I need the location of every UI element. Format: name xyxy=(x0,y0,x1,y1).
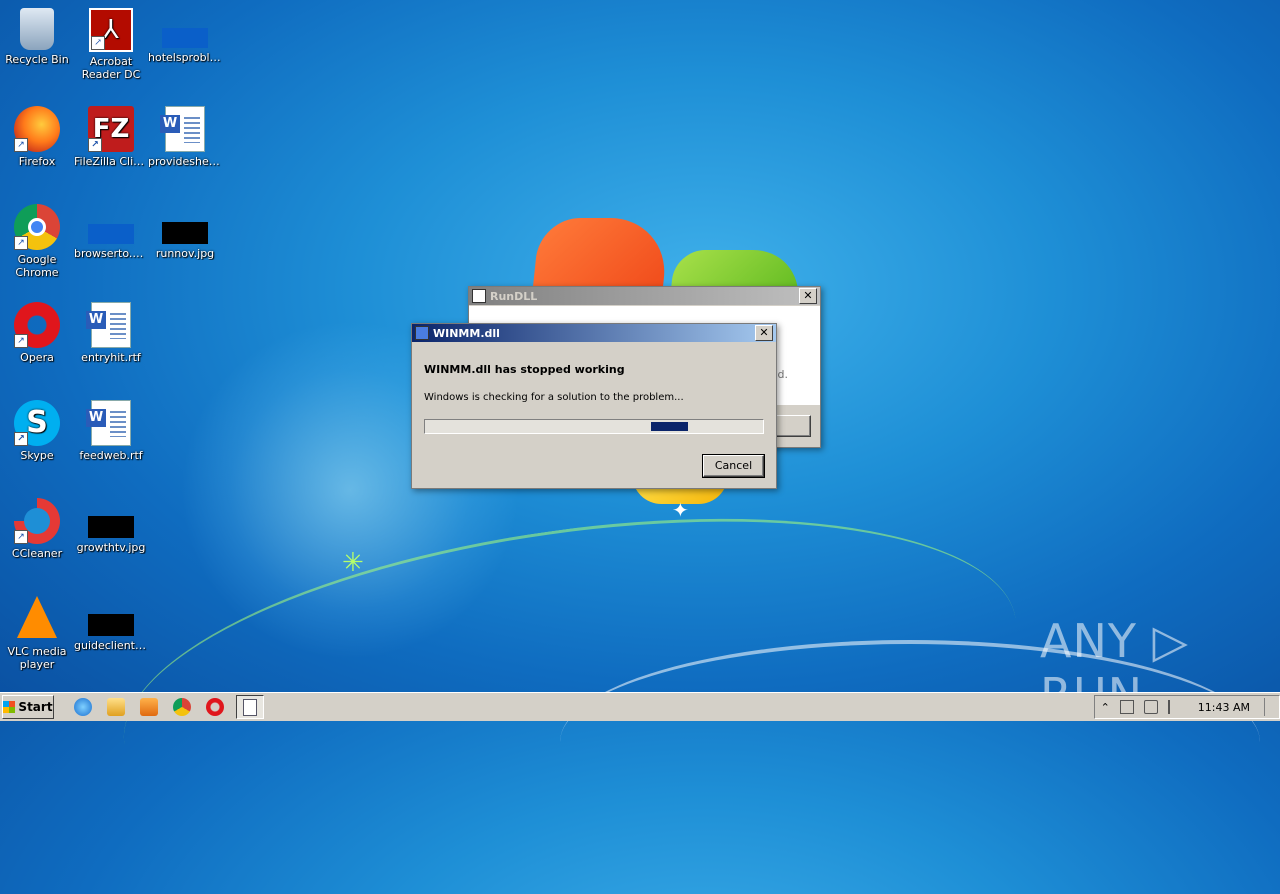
word-glyph: W xyxy=(160,115,180,133)
desktop-icon-label: Skype xyxy=(20,449,54,462)
shortcut-arrow-icon: ↗ xyxy=(14,138,28,152)
progress-bar xyxy=(424,419,764,434)
desktop-icon-label: Opera xyxy=(20,351,54,364)
desktop-icon-provideshel[interactable]: W provideshel... xyxy=(148,106,222,168)
taskbar: Start ⌃ 11:43 AM xyxy=(0,692,1280,721)
chrome-icon[interactable] xyxy=(173,698,191,716)
internet-explorer-icon[interactable] xyxy=(74,698,92,716)
desktop-icon-guideclient[interactable]: guideclient.jpg xyxy=(74,596,148,652)
network-icon[interactable] xyxy=(1119,700,1134,714)
rundll-message: d. xyxy=(777,368,788,381)
error-dialog-titlebar[interactable]: WINMM.dll ✕ xyxy=(412,324,776,342)
shortcut-arrow-icon: ↗ xyxy=(14,432,28,446)
sparkle-icon: ✳ xyxy=(342,548,364,578)
opera-icon: ↗ xyxy=(14,302,60,348)
desktop-icon-entryhit[interactable]: W entryhit.rtf xyxy=(74,302,148,364)
desktop-icon-label: browserto.png xyxy=(74,247,148,260)
desktop-icon-label: CCleaner xyxy=(11,547,63,560)
desktop-icon-firefox[interactable]: ↗ Firefox xyxy=(0,106,74,168)
error-dialog[interactable]: WINMM.dll ✕ WINMM.dll has stopped workin… xyxy=(411,323,777,489)
acrobat-icon: ⅄ ↗ xyxy=(89,8,133,52)
desktop-icon-label: runnov.jpg xyxy=(155,247,215,260)
file-explorer-icon[interactable] xyxy=(107,698,125,716)
progress-bar-fill xyxy=(651,422,688,431)
desktop-icon-label: feedweb.rtf xyxy=(79,449,143,462)
vlc-icon xyxy=(17,596,57,638)
show-desktop-button[interactable] xyxy=(1264,698,1273,716)
rundll-titlebar[interactable]: RunDLL ✕ xyxy=(469,287,820,305)
ccleaner-icon: ↗ xyxy=(14,498,60,544)
desktop-icon-label: VLC media player xyxy=(7,645,67,671)
show-hidden-icons-icon[interactable]: ⌃ xyxy=(1101,701,1110,714)
skype-icon: S ↗ xyxy=(14,400,60,446)
error-message: Windows is checking for a solution to th… xyxy=(424,392,684,403)
sparkle-icon: ✦ xyxy=(672,498,689,522)
desktop-icon-chrome[interactable]: ↗ Google Chrome xyxy=(0,204,74,279)
shortcut-arrow-icon: ↗ xyxy=(88,138,102,152)
close-icon[interactable]: ✕ xyxy=(799,288,817,304)
app-icon xyxy=(415,326,429,340)
desktop-icon-label: hotelsproblem... xyxy=(148,51,222,64)
desktop-icon-recycle-bin[interactable]: Recycle Bin xyxy=(0,8,74,66)
opera-icon[interactable] xyxy=(206,698,224,716)
error-dialog-title: WINMM.dll xyxy=(433,326,500,340)
system-tray: ⌃ 11:43 AM xyxy=(1093,695,1280,719)
word-glyph: W xyxy=(86,311,106,329)
word-glyph: W xyxy=(86,409,106,427)
word-document-icon: W xyxy=(86,400,131,446)
image-file-icon xyxy=(88,614,134,636)
image-file-icon xyxy=(88,224,134,244)
word-document-icon: W xyxy=(86,302,131,348)
filezilla-icon: FZ ↗ xyxy=(88,106,134,152)
desktop-icon-label: entryhit.rtf xyxy=(81,351,141,364)
volume-icon[interactable] xyxy=(1143,700,1158,714)
desktop-icon-acrobat[interactable]: ⅄ ↗ Acrobat Reader DC xyxy=(74,8,148,81)
shortcut-arrow-icon: ↗ xyxy=(14,530,28,544)
acrobat-glyph: ⅄ xyxy=(103,15,119,45)
clock[interactable]: 11:43 AM xyxy=(1198,701,1250,714)
close-icon[interactable]: ✕ xyxy=(755,325,773,341)
desktop-icon-label: Firefox xyxy=(18,155,56,168)
desktop-icon-runnov[interactable]: runnov.jpg xyxy=(148,204,222,260)
desktop-icon-label: growthtv.jpg xyxy=(76,541,146,554)
desktop-icon-opera[interactable]: ↗ Opera xyxy=(0,302,74,364)
desktop-icon-browserto[interactable]: browserto.png xyxy=(74,204,148,260)
recycle-bin-icon xyxy=(20,8,54,50)
desktop-icon-label: provideshel... xyxy=(148,155,222,168)
image-file-icon xyxy=(88,516,134,538)
error-heading: WINMM.dll has stopped working xyxy=(424,363,625,376)
taskbar-item-rundll[interactable] xyxy=(236,695,264,719)
firefox-icon: ↗ xyxy=(14,106,60,152)
windows-logo-icon xyxy=(3,701,16,713)
chrome-icon: ↗ xyxy=(14,204,60,250)
media-player-icon[interactable] xyxy=(140,698,158,716)
desktop-icon-feedweb[interactable]: W feedweb.rtf xyxy=(74,400,148,462)
desktop-icon-skype[interactable]: S ↗ Skype xyxy=(0,400,74,462)
shortcut-arrow-icon: ↗ xyxy=(14,334,28,348)
shortcut-arrow-icon: ↗ xyxy=(14,236,28,250)
shortcut-arrow-icon: ↗ xyxy=(91,36,105,50)
rundll-title: RunDLL xyxy=(490,289,538,303)
desktop-icon-label: Recycle Bin xyxy=(5,53,69,66)
desktop-icon-label: Google Chrome xyxy=(15,253,59,279)
window-icon xyxy=(243,698,257,716)
desktop-icon-growthtv[interactable]: growthtv.jpg xyxy=(74,498,148,554)
start-label: Start xyxy=(18,700,53,714)
desktop-icon-ccleaner[interactable]: ↗ CCleaner xyxy=(0,498,74,560)
desktop-icon-filezilla[interactable]: FZ ↗ FileZilla Client xyxy=(74,106,148,168)
desktop-icon-label: Acrobat Reader DC xyxy=(81,55,141,81)
desktop-icon-vlc[interactable]: VLC media player xyxy=(0,596,74,671)
image-file-icon xyxy=(162,222,208,244)
desktop-icon-label: FileZilla Client xyxy=(74,155,148,168)
desktop-icon-hotelsproblem[interactable]: hotelsproblem... xyxy=(148,8,222,64)
window-icon xyxy=(472,289,486,303)
image-file-icon xyxy=(162,28,208,48)
word-document-icon: W xyxy=(160,106,205,152)
cancel-button[interactable]: Cancel xyxy=(702,454,765,478)
start-button[interactable]: Start xyxy=(2,695,54,719)
action-center-flag-icon[interactable] xyxy=(1167,700,1182,714)
desktop-icon-label: guideclient.jpg xyxy=(74,639,148,652)
skype-glyph: S xyxy=(26,405,48,440)
